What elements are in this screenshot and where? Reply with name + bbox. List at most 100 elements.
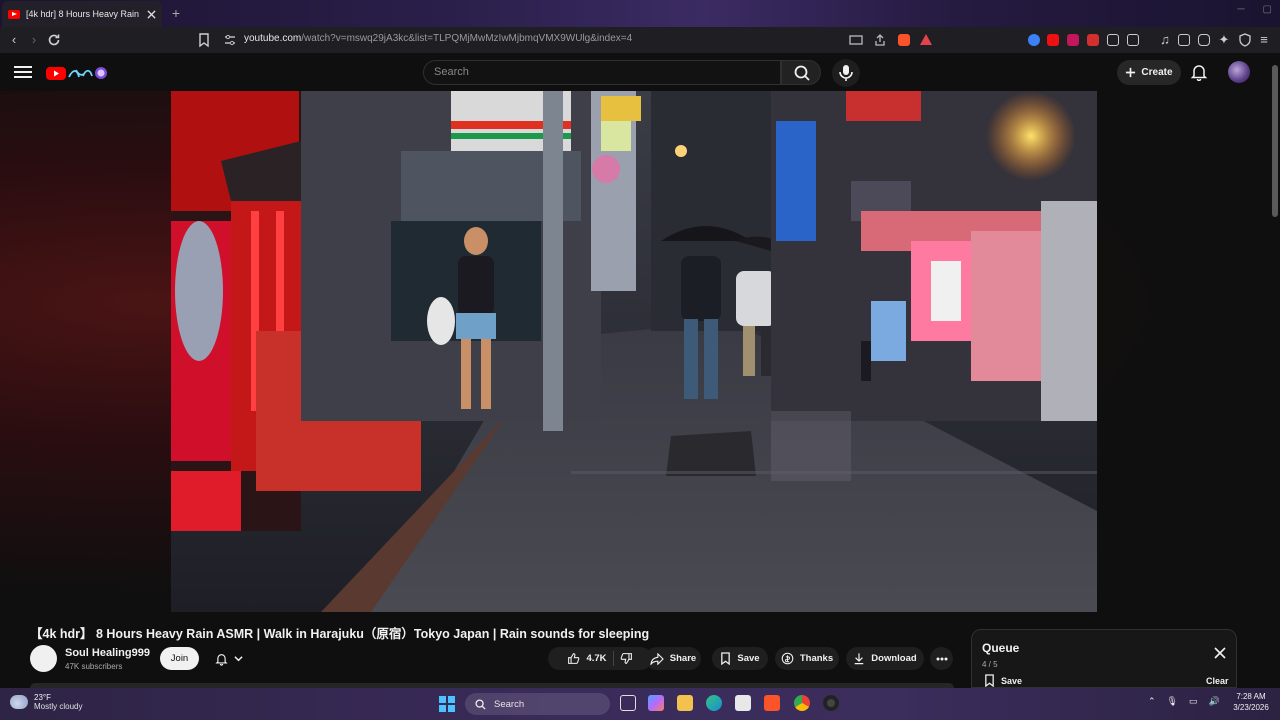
browser-tab[interactable]: [4k hdr] 8 Hours Heavy Rain [2,1,162,27]
subscriber-count: 47K subscribers [65,662,123,671]
brave-icon[interactable] [764,695,780,711]
search-box [423,60,781,85]
address-bar[interactable]: youtube.com/watch?v=mswq29jA3kc&list=TLP… [244,33,632,44]
dislike-icon[interactable] [620,652,633,665]
store-icon[interactable] [735,695,751,711]
browser-toolbar: ‹ › youtube.com/watch?v=mswq29jA3kc&list… [0,27,1280,53]
close-tab-icon[interactable] [147,9,156,19]
reload-icon[interactable] [46,32,62,48]
plus-icon [1126,67,1136,78]
page-scrollbar[interactable] [1270,53,1280,688]
brave-shield-icon[interactable] [898,34,910,46]
weather-temperature: 23°F [34,693,51,702]
save-label: Save [737,653,760,664]
obs-icon[interactable] [823,695,839,711]
weather-description: Mostly cloudy [34,702,83,711]
brave-rewards-icon[interactable] [920,34,932,45]
queue-title: Queue [982,641,1020,655]
browser-tab-strip: [4k hdr] 8 Hours Heavy Rain + ─ ▢ [0,0,1280,27]
guide-menu-icon[interactable] [14,63,32,81]
video-player[interactable] [171,91,1097,612]
extension-4-icon[interactable] [1087,34,1099,46]
close-icon[interactable] [1213,646,1227,660]
channel-name[interactable]: Soul Healing999 [65,647,150,659]
youtube-favicon-icon [8,9,20,19]
share-label: Share [669,653,697,664]
create-button[interactable]: Create [1117,60,1181,85]
download-button[interactable]: Download [846,647,924,670]
subscription-notifications-button[interactable] [206,647,252,670]
wallet-icon[interactable] [1198,34,1210,46]
queue-save-label: Save [1001,675,1023,686]
start-button[interactable] [439,696,455,712]
music-icon[interactable]: ♫ [1157,32,1173,48]
edge-icon[interactable] [706,695,722,711]
youtube-logo[interactable] [46,64,108,82]
browser-menu-icon[interactable]: ≡ [1256,32,1272,48]
vpn-shield-icon[interactable] [1237,32,1253,48]
thanks-button[interactable]: Thanks [775,647,839,670]
forward-icon[interactable]: › [26,32,42,48]
like-count[interactable]: 4.7K [586,653,606,664]
search-icon [475,698,486,710]
cloud-icon [10,695,28,709]
share-page-icon[interactable] [872,32,888,48]
search-button[interactable] [781,60,821,85]
more-dots-icon [936,657,947,660]
chevron-up-icon[interactable]: ⌃ [1148,696,1156,707]
voice-search-button[interactable] [832,59,860,87]
channel-avatar[interactable] [30,645,57,672]
queue-clear-button[interactable]: Clear [1206,676,1229,686]
account-avatar[interactable] [1228,61,1250,83]
extension-5-icon[interactable] [1127,34,1139,46]
bell-icon [215,653,228,666]
save-button[interactable]: Save [712,647,768,670]
video-frame [171,91,1097,612]
cast-icon[interactable] [848,32,864,48]
create-label: Create [1141,67,1173,78]
maximize-icon[interactable]: ▢ [1263,4,1272,15]
file-explorer-icon[interactable] [677,695,693,711]
system-tray: ⌃ 🎙 ▭ 🔊 [1148,696,1220,707]
search-icon [794,65,810,81]
scrollbar-thumb[interactable] [1272,65,1278,217]
taskbar-search[interactable]: Search [465,693,610,715]
network-icon[interactable]: ▭ [1189,696,1198,707]
more-actions-button[interactable] [930,647,953,670]
share-arrow-icon [650,652,664,665]
like-dislike-group: 4.7K [548,647,652,670]
notifications-bell-icon[interactable] [1190,63,1208,81]
like-icon[interactable] [567,652,580,665]
extension-3-icon[interactable] [1067,34,1079,46]
thanks-label: Thanks [799,653,834,664]
queue-save-button[interactable]: Save [984,674,1022,687]
task-view-icon[interactable] [620,695,636,711]
bookmark-save-icon [721,652,731,665]
site-info-icon[interactable] [222,32,238,48]
chrome-icon[interactable] [794,695,810,711]
queue-panel: Queue 4 / 5 Save Clear [971,629,1237,688]
new-tab-button[interactable]: + [168,5,184,21]
share-button[interactable]: Share [645,647,701,670]
youtube-masthead: Create [0,53,1280,91]
clock-date[interactable]: 3/23/2026 [1226,703,1276,712]
video-title: 【4k hdr】 8 Hours Heavy Rain ASMR | Walk … [30,627,650,641]
queue-position: 4 / 5 [982,660,998,669]
clock-time[interactable]: 7:28 AM [1226,692,1276,701]
bookmark-icon[interactable] [196,32,212,48]
minimize-icon[interactable]: ─ [1237,4,1244,15]
extension-2-icon[interactable] [1047,34,1059,46]
weather-widget[interactable]: 23°F Mostly cloudy [10,693,82,711]
extension-1-icon[interactable] [1028,34,1040,46]
search-input[interactable] [434,66,764,78]
microphone-icon[interactable]: 🎙 [1167,696,1178,707]
leo-ai-icon[interactable]: ✦ [1216,32,1232,48]
volume-icon[interactable]: 🔊 [1209,696,1220,707]
join-button[interactable]: Join [160,647,199,670]
tab-title: [4k hdr] 8 Hours Heavy Rain [26,9,140,19]
back-icon[interactable]: ‹ [6,32,22,48]
copilot-icon[interactable] [648,695,664,711]
extensions-puzzle-icon[interactable] [1107,34,1119,46]
sidebar-toggle-icon[interactable] [1178,34,1190,46]
url-path: /watch?v=mswq29jA3kc&list=TLPQMjMwMzIwMj… [301,33,633,44]
